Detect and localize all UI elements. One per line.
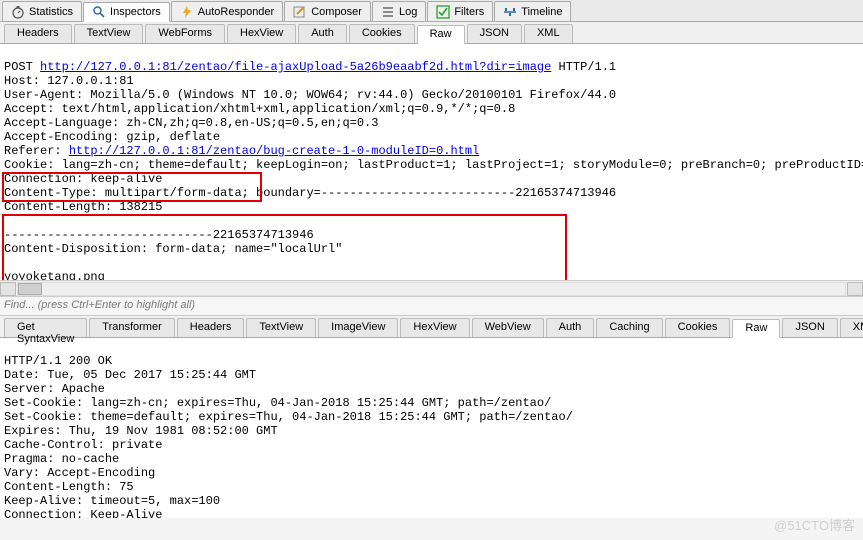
find-placeholder: Find... (press Ctrl+Enter to highlight a… bbox=[4, 299, 195, 311]
req-host: Host: 127.0.0.1:81 bbox=[4, 74, 134, 88]
req-ua: User-Agent: Mozilla/5.0 (Windows NT 10.0… bbox=[4, 88, 616, 102]
scroll-track[interactable] bbox=[17, 282, 846, 296]
resp-subtab-hexview[interactable]: HexView bbox=[400, 318, 469, 337]
resp-date: Date: Tue, 05 Dec 2017 15:25:44 GMT bbox=[4, 368, 256, 382]
req-ctype-b: boundary=---------------------------2216… bbox=[256, 186, 616, 200]
req-cd1: Content-Disposition: form-data; name="lo… bbox=[4, 242, 342, 256]
resp-subtab-cookies[interactable]: Cookies bbox=[665, 318, 731, 337]
resp-setcookie1: Set-Cookie: lang=zh-cn; expires=Thu, 04-… bbox=[4, 396, 551, 410]
tab-composer-label: Composer bbox=[311, 6, 362, 18]
req-part1-value: yoyoketang.png bbox=[4, 270, 105, 280]
req-cookie: Cookie: lang=zh-cn; theme=default; keepL… bbox=[4, 158, 863, 172]
resp-subtab-raw[interactable]: Raw bbox=[732, 319, 780, 338]
req-connection: Connection: keep-alive bbox=[4, 172, 162, 186]
req-ctype-a: Content-Type: multipart/form-data; bbox=[4, 186, 256, 200]
resp-subtab-getsyntax[interactable]: Get SyntaxView bbox=[4, 318, 87, 337]
resp-subtab-caching[interactable]: Caching bbox=[596, 318, 662, 337]
pencil-icon bbox=[293, 5, 307, 19]
tab-inspectors-label: Inspectors bbox=[110, 6, 161, 18]
resp-subtab-headers[interactable]: Headers bbox=[177, 318, 245, 337]
tab-log[interactable]: Log bbox=[372, 1, 426, 21]
resp-connection: Connection: Keep-Alive bbox=[4, 508, 162, 518]
resp-pragma: Pragma: no-cache bbox=[4, 452, 119, 466]
resp-expires: Expires: Thu, 19 Nov 1981 08:52:00 GMT bbox=[4, 424, 278, 438]
resp-server: Server: Apache bbox=[4, 382, 105, 396]
subtab-raw[interactable]: Raw bbox=[417, 25, 465, 44]
request-scrollbar-x[interactable] bbox=[0, 280, 863, 296]
tab-timeline[interactable]: Timeline bbox=[494, 1, 571, 21]
resp-setcookie2: Set-Cookie: theme=default; expires=Thu, … bbox=[4, 410, 573, 424]
magnifier-icon bbox=[92, 5, 106, 19]
subtab-textview[interactable]: TextView bbox=[74, 24, 144, 43]
tab-statistics[interactable]: Statistics bbox=[2, 1, 82, 21]
subtab-hexview[interactable]: HexView bbox=[227, 24, 296, 43]
req-url[interactable]: http://127.0.0.1:81/zentao/file-ajaxUplo… bbox=[40, 60, 551, 74]
resp-subtab-json[interactable]: JSON bbox=[782, 318, 837, 337]
resp-status: HTTP/1.1 200 OK bbox=[4, 354, 112, 368]
resp-subtab-imageview[interactable]: ImageView bbox=[318, 318, 398, 337]
tab-timeline-label: Timeline bbox=[521, 6, 562, 18]
tab-inspectors[interactable]: Inspectors bbox=[83, 2, 170, 22]
req-referer-label: Referer: bbox=[4, 144, 69, 158]
scroll-thumb[interactable] bbox=[18, 283, 42, 295]
resp-subtab-webview[interactable]: WebView bbox=[472, 318, 544, 337]
stopwatch-icon bbox=[11, 5, 25, 19]
response-raw-view[interactable]: HTTP/1.1 200 OK Date: Tue, 05 Dec 2017 1… bbox=[0, 338, 863, 518]
scroll-left-btn[interactable] bbox=[0, 282, 16, 296]
req-httpver: HTTP/1.1 bbox=[551, 60, 616, 74]
subtab-auth[interactable]: Auth bbox=[298, 24, 347, 43]
req-clen: Content-Length: 138215 bbox=[4, 200, 162, 214]
subtab-xml[interactable]: XML bbox=[524, 24, 573, 43]
resp-subtab-xml[interactable]: XML bbox=[840, 318, 863, 337]
resp-clen: Content-Length: 75 bbox=[4, 480, 134, 494]
resp-cachectrl: Cache-Control: private bbox=[4, 438, 162, 452]
tab-autoresponder[interactable]: AutoResponder bbox=[171, 1, 283, 21]
scroll-right-btn[interactable] bbox=[847, 282, 863, 296]
resp-subtab-transformer[interactable]: Transformer bbox=[89, 318, 175, 337]
resp-keepalive: Keep-Alive: timeout=5, max=100 bbox=[4, 494, 220, 508]
check-icon bbox=[436, 5, 450, 19]
resp-vary: Vary: Accept-Encoding bbox=[4, 466, 155, 480]
tab-composer[interactable]: Composer bbox=[284, 1, 371, 21]
subtab-webforms[interactable]: WebForms bbox=[145, 24, 225, 43]
lightning-icon bbox=[180, 5, 194, 19]
timeline-icon bbox=[503, 5, 517, 19]
request-subtabs: Headers TextView WebForms HexView Auth C… bbox=[0, 22, 863, 44]
find-bar[interactable]: Find... (press Ctrl+Enter to highlight a… bbox=[0, 296, 863, 316]
tab-autoresponder-label: AutoResponder bbox=[198, 6, 274, 18]
resp-subtab-textview[interactable]: TextView bbox=[246, 318, 316, 337]
request-raw-view[interactable]: POST http://127.0.0.1:81/zentao/file-aja… bbox=[0, 44, 863, 280]
list-icon bbox=[381, 5, 395, 19]
req-acceptlang: Accept-Language: zh-CN,zh;q=0.8,en-US;q=… bbox=[4, 116, 378, 130]
subtab-headers[interactable]: Headers bbox=[4, 24, 72, 43]
watermark: @51CTO博客 bbox=[774, 515, 855, 534]
tab-statistics-label: Statistics bbox=[29, 6, 73, 18]
req-accept: Accept: text/html,application/xhtml+xml,… bbox=[4, 102, 515, 116]
req-referer-url[interactable]: http://127.0.0.1:81/zentao/bug-create-1-… bbox=[69, 144, 479, 158]
resp-subtab-auth[interactable]: Auth bbox=[546, 318, 595, 337]
inspector-top-tabs: Statistics Inspectors AutoResponder Comp… bbox=[0, 0, 863, 22]
req-acceptenc: Accept-Encoding: gzip, deflate bbox=[4, 130, 220, 144]
tab-filters[interactable]: Filters bbox=[427, 1, 493, 21]
response-subtabs: Get SyntaxView Transformer Headers TextV… bbox=[0, 316, 863, 338]
tab-log-label: Log bbox=[399, 6, 417, 18]
tab-filters-label: Filters bbox=[454, 6, 484, 18]
subtab-cookies[interactable]: Cookies bbox=[349, 24, 415, 43]
req-method: POST bbox=[4, 60, 40, 74]
req-boundary-1: -----------------------------22165374713… bbox=[4, 228, 314, 242]
subtab-json[interactable]: JSON bbox=[467, 24, 522, 43]
